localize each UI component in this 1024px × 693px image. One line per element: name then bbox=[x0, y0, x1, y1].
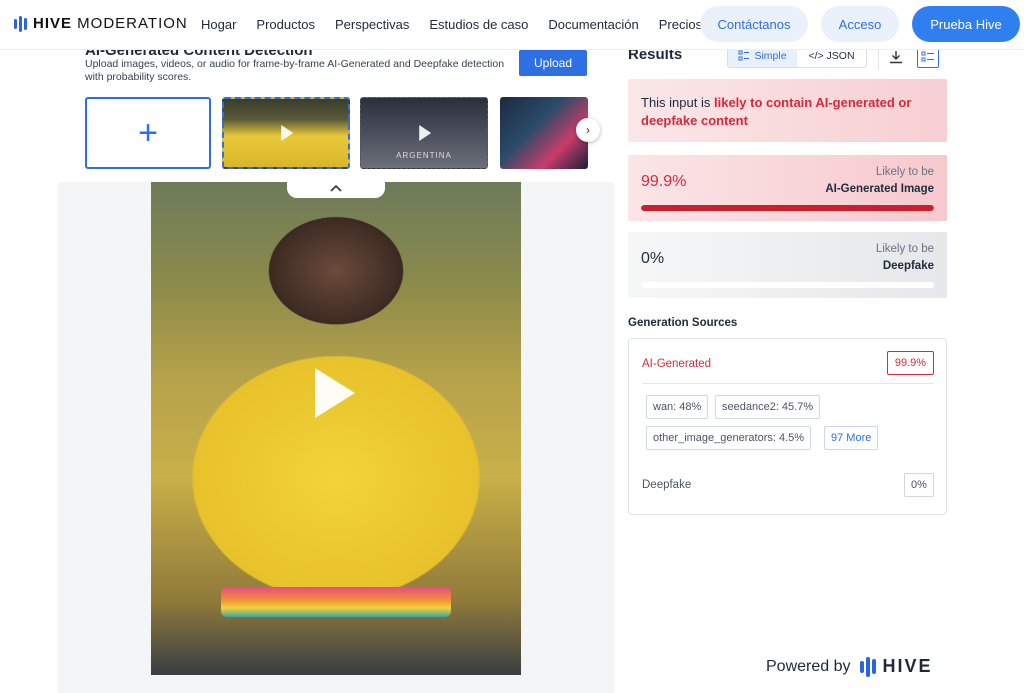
nav-link-precios[interactable]: Precios bbox=[659, 17, 702, 32]
deepfake-score-card: 0% Likely to be Deepfake bbox=[628, 232, 947, 298]
source-chip-seedance2: seedance2: 45.7% bbox=[715, 395, 821, 419]
alert-prefix: This input is bbox=[641, 95, 714, 110]
login-button[interactable]: Acceso bbox=[821, 6, 899, 42]
view-json-label: </> JSON bbox=[808, 50, 855, 62]
detector-description: Upload images, videos, or audio for fram… bbox=[85, 58, 505, 83]
contact-button[interactable]: Contáctanos bbox=[700, 6, 808, 42]
nav-link-documentacion[interactable]: Documentación bbox=[548, 17, 638, 32]
nav-link-perspectivas[interactable]: Perspectivas bbox=[335, 17, 409, 32]
deepfake-score-bar bbox=[641, 282, 934, 288]
deepfake-label: Deepfake bbox=[642, 479, 692, 491]
powered-brand: HIVE bbox=[882, 656, 933, 676]
nav-link-estudios[interactable]: Estudios de caso bbox=[429, 17, 528, 32]
hive-logo-icon bbox=[859, 656, 876, 677]
view-simple-label: Simple bbox=[754, 50, 787, 62]
source-chip-other: other_image_generators: 4.5% bbox=[646, 426, 812, 450]
powered-by-hive: Powered by HIVE bbox=[766, 656, 933, 677]
chevron-right-icon: › bbox=[586, 123, 590, 137]
powered-by-text: Powered by bbox=[766, 657, 851, 675]
add-media-tile[interactable]: + bbox=[85, 97, 211, 169]
ai-generated-score-card: 99.9% Likely to be AI-Generated Image bbox=[628, 155, 947, 221]
detection-alert: This input is likely to contain AI-gener… bbox=[628, 79, 947, 142]
try-hive-button[interactable]: Prueba Hive bbox=[912, 6, 1020, 42]
deepfake-score-value: 0% bbox=[641, 250, 665, 267]
upload-button[interactable]: Upload bbox=[519, 50, 587, 76]
generation-sources-title: Generation Sources bbox=[628, 317, 738, 329]
source-chip-wan: wan: 48% bbox=[646, 395, 709, 419]
deepfake-badge: 0% bbox=[904, 473, 934, 497]
ai-score-value: 99.9% bbox=[641, 173, 687, 190]
ai-generated-badge: 99.9% bbox=[887, 351, 934, 375]
deepfake-score-label: Deepfake bbox=[882, 260, 934, 272]
collapse-thumbnails-button[interactable] bbox=[287, 178, 385, 198]
carousel-next-button[interactable]: › bbox=[576, 118, 600, 142]
media-thumbnail-3[interactable] bbox=[500, 97, 588, 169]
media-panel: AI-Generated Content Detection Upload im… bbox=[58, 42, 614, 693]
list-icon bbox=[738, 50, 750, 61]
top-nav: HIVE MODERATION Hogar Productos Perspect… bbox=[0, 0, 1024, 50]
plus-icon: + bbox=[138, 114, 158, 152]
brand-rest: MODERATION bbox=[72, 15, 188, 32]
hive-logo-icon bbox=[14, 15, 27, 32]
brand-bold: HIVE bbox=[33, 15, 73, 32]
hive-moderation-logo[interactable]: HIVE MODERATION bbox=[14, 15, 188, 32]
ai-generated-label: AI-Generated bbox=[642, 358, 712, 370]
ai-score-caption: Likely to be bbox=[875, 166, 934, 178]
shirt-stripe bbox=[221, 587, 451, 617]
thumbnail-caption: ARGENTINA bbox=[396, 151, 452, 160]
nav-link-hogar[interactable]: Hogar bbox=[201, 17, 236, 32]
deepfake-score-caption: Likely to be bbox=[875, 243, 934, 255]
play-icon[interactable] bbox=[315, 368, 355, 418]
generation-sources-card: AI-Generated 99.9% wan: 48% seedance2: 4… bbox=[628, 338, 947, 515]
ai-score-bar bbox=[641, 205, 934, 211]
results-panel: Results Simple </> JSON This input is li… bbox=[614, 44, 1024, 693]
detector-header: AI-Generated Content Detection Upload im… bbox=[58, 42, 614, 182]
more-sources-button[interactable]: 97 More bbox=[824, 426, 879, 450]
chevron-up-icon bbox=[330, 184, 342, 192]
ai-score-label: AI-Generated Image bbox=[825, 183, 934, 195]
media-thumbnail-1[interactable] bbox=[222, 97, 350, 169]
play-icon bbox=[419, 125, 432, 141]
media-thumbnail-2[interactable]: ARGENTINA bbox=[360, 97, 488, 169]
nav-links: Hogar Productos Perspectivas Estudios de… bbox=[201, 17, 702, 32]
ai-score-bar-fill bbox=[641, 205, 934, 211]
play-icon bbox=[281, 125, 294, 141]
sources-divider bbox=[642, 383, 934, 384]
media-preview[interactable] bbox=[151, 182, 521, 675]
nav-link-productos[interactable]: Productos bbox=[256, 17, 315, 32]
